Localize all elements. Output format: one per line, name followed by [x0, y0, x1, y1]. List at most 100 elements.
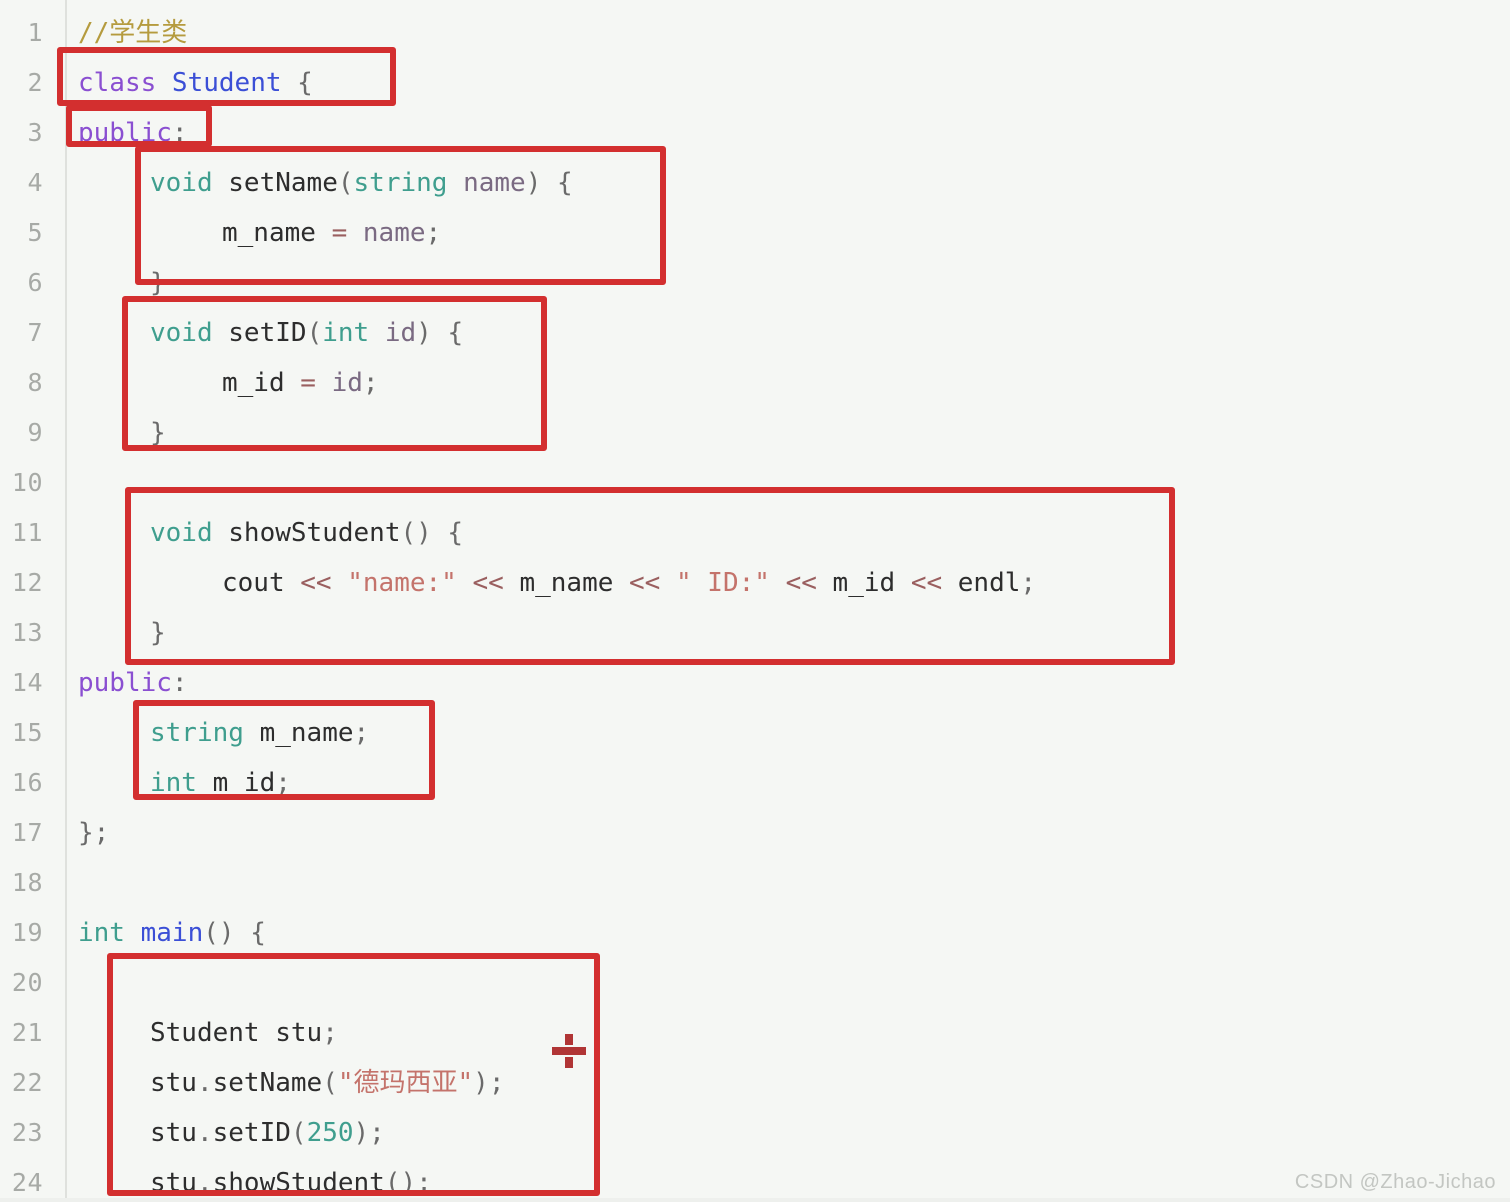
code-line[interactable]: m_name = name;: [222, 208, 441, 258]
line-number: 21: [11, 1018, 43, 1047]
code-token: cout: [222, 568, 301, 598]
line-number: 1: [27, 18, 43, 47]
code-token: m_name: [259, 718, 354, 748]
code-token: void: [150, 318, 229, 348]
code-line[interactable]: void setName(string name) {: [150, 158, 573, 208]
code-token: main: [140, 918, 204, 948]
code-line[interactable]: cout << "name:" << m_name << " ID:" << m…: [222, 558, 1036, 608]
code-token: endl: [942, 568, 1021, 598]
code-token: ;: [362, 368, 379, 398]
code-line[interactable]: int m_id;: [150, 758, 291, 808]
code-token: ) {: [416, 318, 464, 348]
code-line[interactable]: public:: [78, 658, 188, 708]
code-token: <<: [300, 568, 332, 598]
code-token: setID: [212, 1118, 291, 1148]
line-number: 22: [11, 1068, 43, 1097]
code-token: " ID:": [676, 568, 770, 598]
code-token: m_id: [222, 368, 301, 398]
code-token: ();: [384, 1168, 432, 1198]
code-line[interactable]: }: [150, 408, 166, 458]
code-token: public: [78, 118, 172, 148]
code-token: ;: [322, 1018, 338, 1048]
line-number: 5: [27, 218, 43, 247]
code-token: (: [337, 168, 354, 198]
code-line[interactable]: }: [150, 258, 166, 308]
code-token: setName: [228, 168, 338, 198]
code-token: stu: [150, 1118, 197, 1148]
code-token: .: [196, 1118, 213, 1148]
code-token: public: [78, 668, 172, 698]
code-token: string: [353, 168, 464, 198]
code-token: (: [322, 1068, 338, 1098]
line-number: 23: [11, 1118, 43, 1147]
code-token: );: [473, 1068, 505, 1098]
line-number: 7: [27, 318, 43, 347]
code-token: m_id: [212, 768, 276, 798]
code-line[interactable]: string m_name;: [150, 708, 369, 758]
code-token: {: [281, 68, 313, 98]
code-token: showStudent: [228, 518, 401, 548]
code-line[interactable]: };: [78, 808, 109, 858]
code-line[interactable]: m_id = id;: [222, 358, 379, 408]
line-number: 15: [11, 718, 43, 747]
code-token: (: [306, 318, 323, 348]
code-token: showStudent: [212, 1168, 385, 1198]
code-token: };: [78, 818, 110, 848]
line-number: 12: [11, 568, 43, 597]
line-number: 13: [11, 618, 43, 647]
code-token: .: [196, 1068, 213, 1098]
code-token: m_id: [816, 568, 911, 598]
line-number: 20: [11, 968, 43, 997]
code-line[interactable]: class Student {: [78, 58, 313, 108]
code-token: m_name: [503, 568, 630, 598]
code-line[interactable]: void setID(int id) {: [150, 308, 463, 358]
code-token: :: [171, 118, 188, 148]
line-number: 11: [11, 518, 43, 547]
code-token: :: [171, 668, 188, 698]
code-token: string: [150, 718, 260, 748]
code-token: ;: [425, 218, 442, 248]
csdn-watermark: CSDN @Zhao-Jichao: [1294, 1171, 1496, 1193]
code-token: <<: [785, 568, 817, 598]
line-number: 9: [27, 418, 43, 447]
code-token: (: [290, 1118, 307, 1148]
line-number: 3: [27, 118, 43, 147]
code-token: int: [322, 318, 385, 348]
code-line[interactable]: void showStudent() {: [150, 508, 463, 558]
code-line[interactable]: public:: [78, 108, 188, 158]
code-line[interactable]: //学生类: [78, 8, 187, 58]
code-line[interactable]: Student stu;: [150, 1008, 338, 1058]
code-line[interactable]: }: [150, 608, 166, 658]
code-token: =: [300, 368, 316, 398]
code-token: void: [150, 168, 229, 198]
code-token: Student: [171, 68, 282, 98]
code-line[interactable]: int main() {: [78, 908, 266, 958]
code-token: 250: [306, 1118, 354, 1148]
code-content-area[interactable]: //学生类 class Student {public: void setName(…: [69, 0, 1510, 1202]
code-token: setID: [228, 318, 307, 348]
code-token: id: [331, 368, 363, 398]
line-number: 10: [11, 468, 43, 497]
code-token: <<: [629, 568, 661, 598]
code-token: =: [331, 218, 348, 248]
code-token: m_name: [222, 218, 332, 248]
code-token: void: [150, 518, 229, 548]
code-token: ;: [353, 718, 370, 748]
code-line[interactable]: stu.showStudent();: [150, 1158, 432, 1202]
code-line[interactable]: stu.setName("德玛西亚");: [150, 1058, 504, 1108]
code-line[interactable]: stu.setID(250);: [150, 1108, 385, 1158]
code-token: () {: [400, 518, 464, 548]
code-token: id: [384, 318, 417, 348]
code-token: int: [150, 768, 213, 798]
code-token: "name:": [347, 568, 457, 598]
code-token: <<: [910, 568, 943, 598]
line-number: 16: [11, 768, 43, 797]
line-number: 6: [27, 268, 43, 297]
line-number: 18: [11, 868, 43, 897]
code-token: "德玛西亚": [337, 1068, 474, 1098]
